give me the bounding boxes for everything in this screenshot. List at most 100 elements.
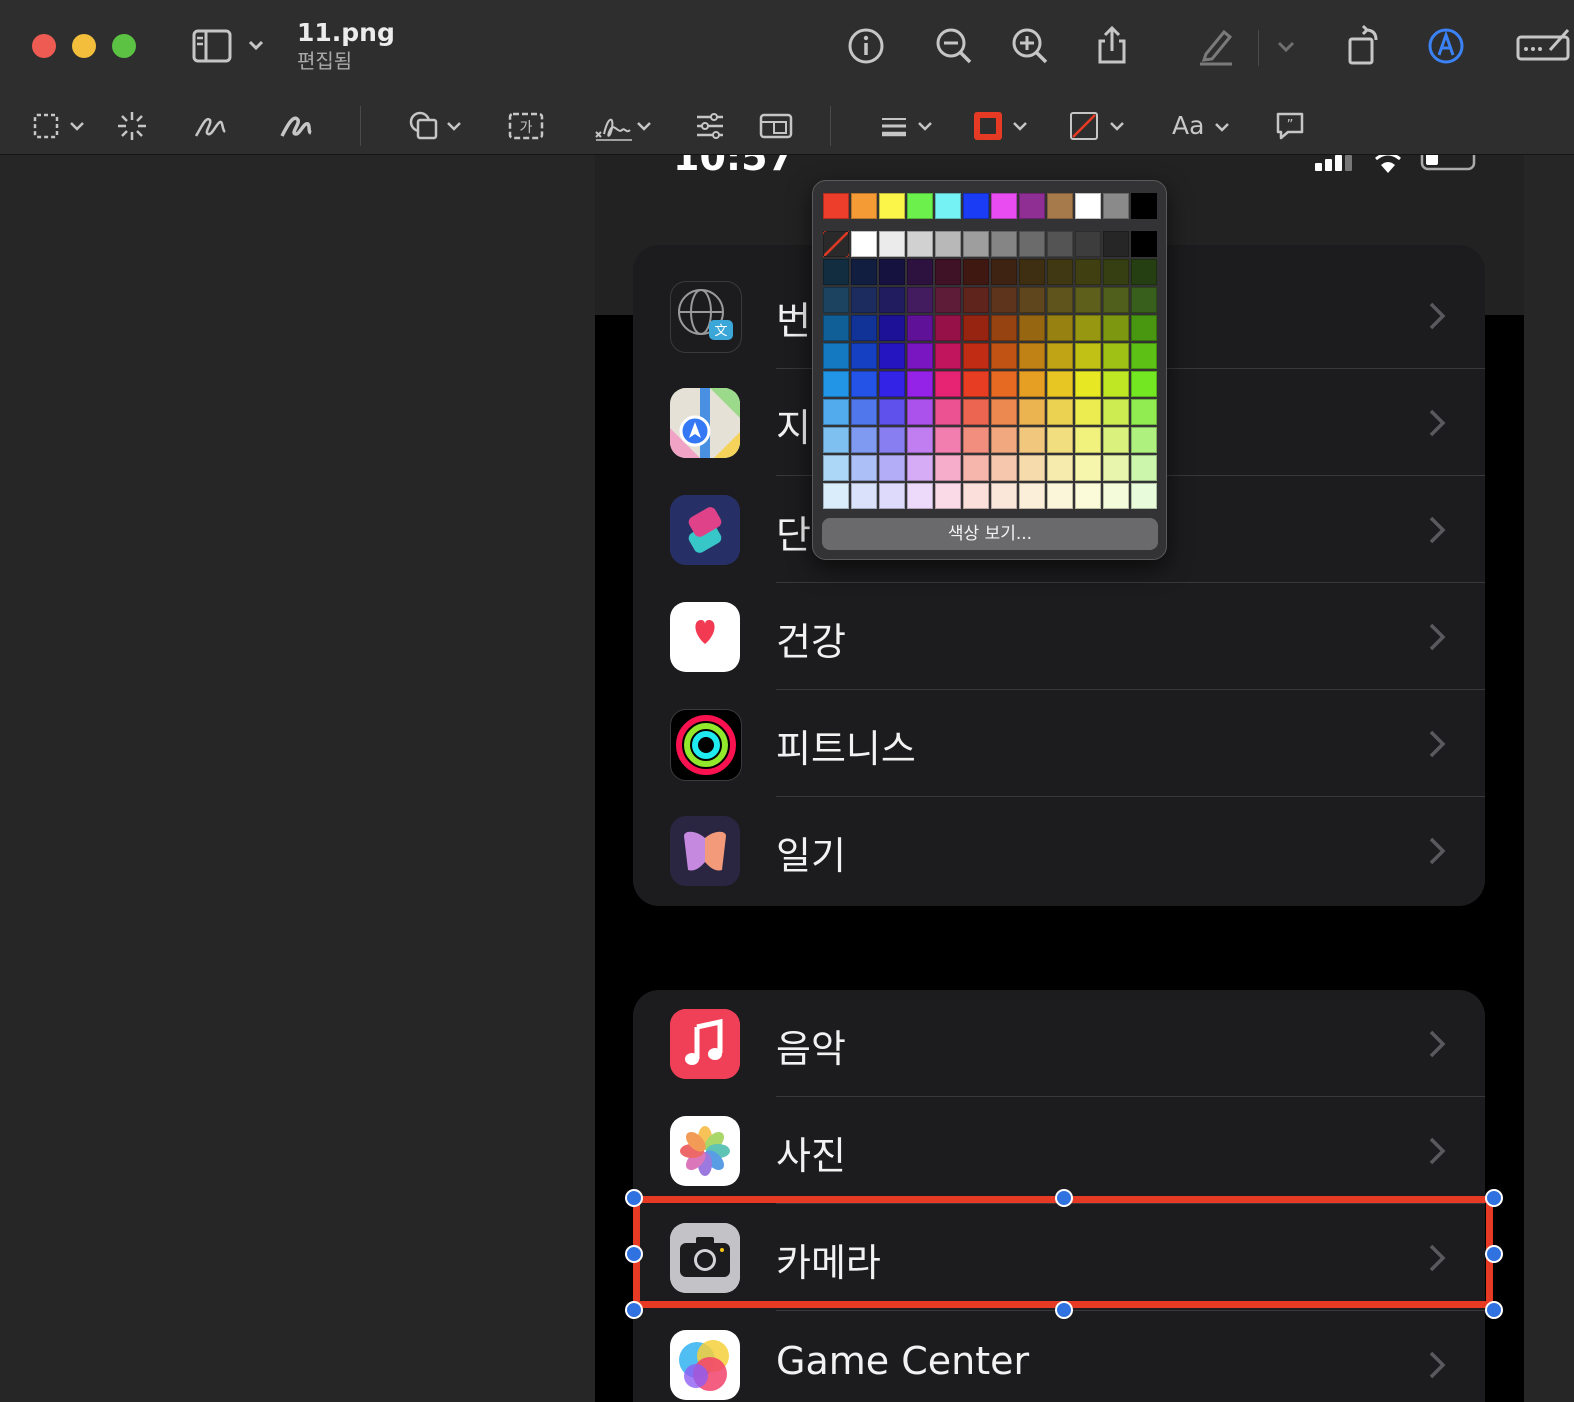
highlight-options-button[interactable] [1266,22,1306,70]
color-swatch[interactable] [1019,399,1045,425]
sketch-tool-button[interactable] [192,108,228,144]
resize-handle-top-left[interactable] [625,1189,643,1207]
color-swatch[interactable] [1131,455,1157,481]
color-swatch[interactable] [879,259,905,285]
color-swatch[interactable] [1019,315,1045,341]
color-swatch[interactable] [907,315,933,341]
color-swatch[interactable] [991,231,1017,257]
color-swatch[interactable] [1131,427,1157,453]
color-swatch[interactable] [823,399,849,425]
color-swatch[interactable] [1103,287,1129,313]
color-swatch[interactable] [935,343,961,369]
color-swatch[interactable] [823,483,849,509]
highlight-button[interactable] [1192,22,1240,70]
color-swatch[interactable] [851,371,877,397]
color-swatch[interactable] [991,399,1017,425]
no-color-swatch[interactable] [823,231,849,257]
color-swatch[interactable] [1075,483,1101,509]
color-swatch[interactable] [879,427,905,453]
color-swatch[interactable] [823,315,849,341]
color-swatch[interactable] [1075,371,1101,397]
color-swatch[interactable] [963,315,989,341]
color-swatch[interactable] [1019,427,1045,453]
color-swatch[interactable] [823,287,849,313]
note-button[interactable]: ” [1272,108,1308,144]
color-swatch[interactable] [991,371,1017,397]
rotate-button[interactable] [1340,22,1388,70]
color-swatch[interactable] [879,455,905,481]
color-swatch[interactable] [907,455,933,481]
color-swatch[interactable] [907,231,933,257]
info-button[interactable] [842,22,890,70]
selected-rectangle-annotation[interactable] [633,1196,1493,1308]
color-swatch[interactable] [907,483,933,509]
color-swatch[interactable] [851,315,877,341]
fill-color-button[interactable] [1066,108,1128,144]
color-swatch[interactable] [907,343,933,369]
color-swatch[interactable] [935,455,961,481]
color-swatch[interactable] [1047,231,1073,257]
color-swatch[interactable] [1131,371,1157,397]
color-swatch[interactable] [991,483,1017,509]
color-swatch[interactable] [851,287,877,313]
color-swatch[interactable] [879,287,905,313]
color-swatch[interactable] [935,287,961,313]
color-swatch[interactable] [1103,427,1129,453]
color-swatch[interactable] [1075,287,1101,313]
color-swatch[interactable] [963,287,989,313]
color-swatch[interactable] [851,427,877,453]
color-swatch[interactable] [879,483,905,509]
color-swatch[interactable] [1103,483,1129,509]
color-swatch[interactable] [1131,193,1157,219]
color-swatch[interactable] [1019,231,1045,257]
color-swatch[interactable] [1075,427,1101,453]
zoom-window-button[interactable] [112,34,136,58]
settings-row-photos[interactable]: 사진 [633,1097,1485,1204]
color-swatch[interactable] [1103,315,1129,341]
color-swatch[interactable] [823,259,849,285]
color-swatch[interactable] [823,427,849,453]
adjust-size-button[interactable] [758,108,794,144]
color-swatch[interactable] [1019,287,1045,313]
color-swatch[interactable] [879,343,905,369]
sidebar-toggle-button[interactable] [188,22,268,70]
resize-handle-bottom[interactable] [1055,1301,1073,1319]
color-swatch[interactable] [963,193,989,219]
color-swatch[interactable] [1131,343,1157,369]
color-swatch[interactable] [963,343,989,369]
color-swatch[interactable] [907,259,933,285]
color-swatch[interactable] [823,343,849,369]
color-swatch[interactable] [1103,193,1129,219]
resize-handle-bottom-left[interactable] [625,1301,643,1319]
settings-row-health[interactable]: 건강 [633,583,1485,690]
settings-row-journal[interactable]: 일기 [633,797,1485,904]
color-swatch[interactable] [1075,231,1101,257]
color-swatch[interactable] [879,193,905,219]
text-box-button[interactable]: 가 [506,108,546,144]
zoom-in-button[interactable] [1006,22,1054,70]
resize-handle-top[interactable] [1055,1189,1073,1207]
color-swatch[interactable] [963,427,989,453]
color-swatch[interactable] [907,193,933,219]
color-swatch[interactable] [935,483,961,509]
color-swatch[interactable] [935,231,961,257]
selection-tool-button[interactable] [30,108,92,144]
form-fill-button[interactable] [1512,22,1574,70]
color-swatch[interactable] [935,259,961,285]
text-style-button[interactable]: Aa [1172,111,1232,140]
color-swatch[interactable] [1019,371,1045,397]
color-swatch[interactable] [991,455,1017,481]
color-swatch[interactable] [1103,371,1129,397]
color-swatch[interactable] [1075,315,1101,341]
color-swatch[interactable] [991,287,1017,313]
color-swatch[interactable] [1131,231,1157,257]
color-swatch[interactable] [879,399,905,425]
color-swatch[interactable] [1131,483,1157,509]
color-swatch[interactable] [935,371,961,397]
color-swatch[interactable] [963,371,989,397]
draw-tool-button[interactable] [278,108,314,144]
color-swatch[interactable] [851,455,877,481]
color-swatch[interactable] [1131,315,1157,341]
minimize-window-button[interactable] [72,34,96,58]
color-swatch[interactable] [991,343,1017,369]
